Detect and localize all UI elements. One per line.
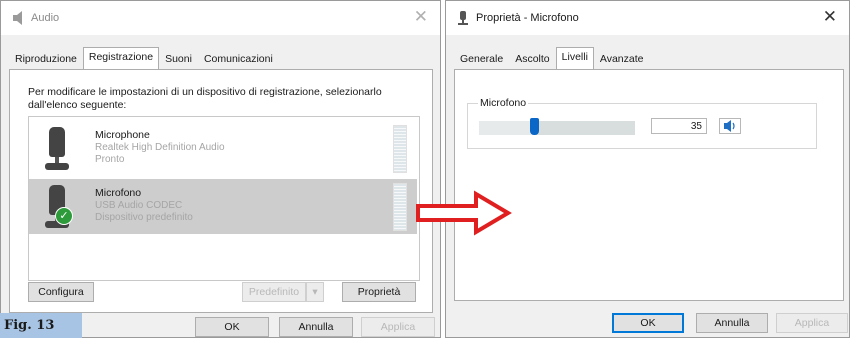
level-meter <box>393 125 407 173</box>
device-status: Dispositivo predefinito <box>95 212 193 223</box>
tab-registrazione[interactable]: Registrazione <box>82 47 160 70</box>
device-driver: Realtek High Definition Audio <box>95 142 225 153</box>
close-icon[interactable]: ✕ <box>823 7 837 27</box>
close-icon[interactable]: ✕ <box>414 7 428 27</box>
speaker-icon <box>13 11 22 25</box>
tab-riproduzione[interactable]: Riproduzione <box>9 49 83 71</box>
properties-titlebar: Proprietà - Microfono ✕ <box>446 1 849 35</box>
tab-suoni[interactable]: Suoni <box>159 49 198 71</box>
tab-ascolto[interactable]: Ascolto <box>509 49 555 71</box>
device-status: Pronto <box>95 154 125 165</box>
device-list: Microphone Realtek High Definition Audio… <box>28 116 420 281</box>
list-item-microfono[interactable]: ✓ Microfono USB Audio CODEC Dispositivo … <box>29 179 417 234</box>
tab-avanzate[interactable]: Avanzate <box>594 49 650 71</box>
properties-window-title: Proprietà - Microfono <box>476 12 579 24</box>
slider-track <box>479 121 635 135</box>
microphone-icon <box>43 127 73 171</box>
cancel-button[interactable]: Annulla <box>696 313 768 333</box>
slider-thumb[interactable] <box>530 118 539 135</box>
level-slider[interactable] <box>479 117 635 135</box>
audio-window: Audio ✕ Riproduzione Registrazione Suoni… <box>0 0 441 338</box>
speaker-volume-icon[interactable] <box>719 118 741 134</box>
recording-panel: Per modificare le impostazioni di un dis… <box>9 69 433 313</box>
set-default-button[interactable]: Predefinito <box>242 282 306 302</box>
level-group-label: Microfono <box>478 97 529 109</box>
apply-button[interactable]: Applica <box>361 317 435 337</box>
apply-button[interactable]: Applica <box>776 313 848 333</box>
checkmark-icon: ✓ <box>55 207 73 225</box>
right-arrow-icon <box>416 190 512 236</box>
audio-tabs: Riproduzione Registrazione Suoni Comunic… <box>9 47 279 71</box>
set-default-dropdown[interactable]: ▾ <box>306 282 324 302</box>
microphone-icon <box>458 11 468 25</box>
instructions-text: Per modificare le impostazioni di un dis… <box>28 86 382 111</box>
figure-caption: Fig. 13 <box>0 313 82 338</box>
configure-button[interactable]: Configura <box>28 282 94 302</box>
tab-comunicazioni[interactable]: Comunicazioni <box>198 49 279 71</box>
levels-panel: Microfono 35 <box>454 69 844 301</box>
level-value-field[interactable]: 35 <box>651 118 707 134</box>
properties-tabs: Generale Ascolto Livelli Avanzate <box>454 47 650 71</box>
ok-button[interactable]: OK <box>195 317 269 337</box>
tab-generale[interactable]: Generale <box>454 49 509 71</box>
level-meter <box>393 183 407 231</box>
properties-window: Proprietà - Microfono ✕ Generale Ascolto… <box>445 0 850 338</box>
audio-window-title: Audio <box>31 12 60 24</box>
tab-livelli[interactable]: Livelli <box>555 47 594 70</box>
ok-button[interactable]: OK <box>612 313 684 333</box>
properties-button[interactable]: Proprietà <box>342 282 416 302</box>
audio-titlebar: Audio ✕ <box>1 1 440 35</box>
list-item-microphone[interactable]: Microphone Realtek High Definition Audio… <box>29 121 417 176</box>
device-name: Microfono <box>95 187 142 199</box>
cancel-button[interactable]: Annulla <box>279 317 353 337</box>
device-driver: USB Audio CODEC <box>95 200 183 211</box>
device-name: Microphone <box>95 129 150 141</box>
